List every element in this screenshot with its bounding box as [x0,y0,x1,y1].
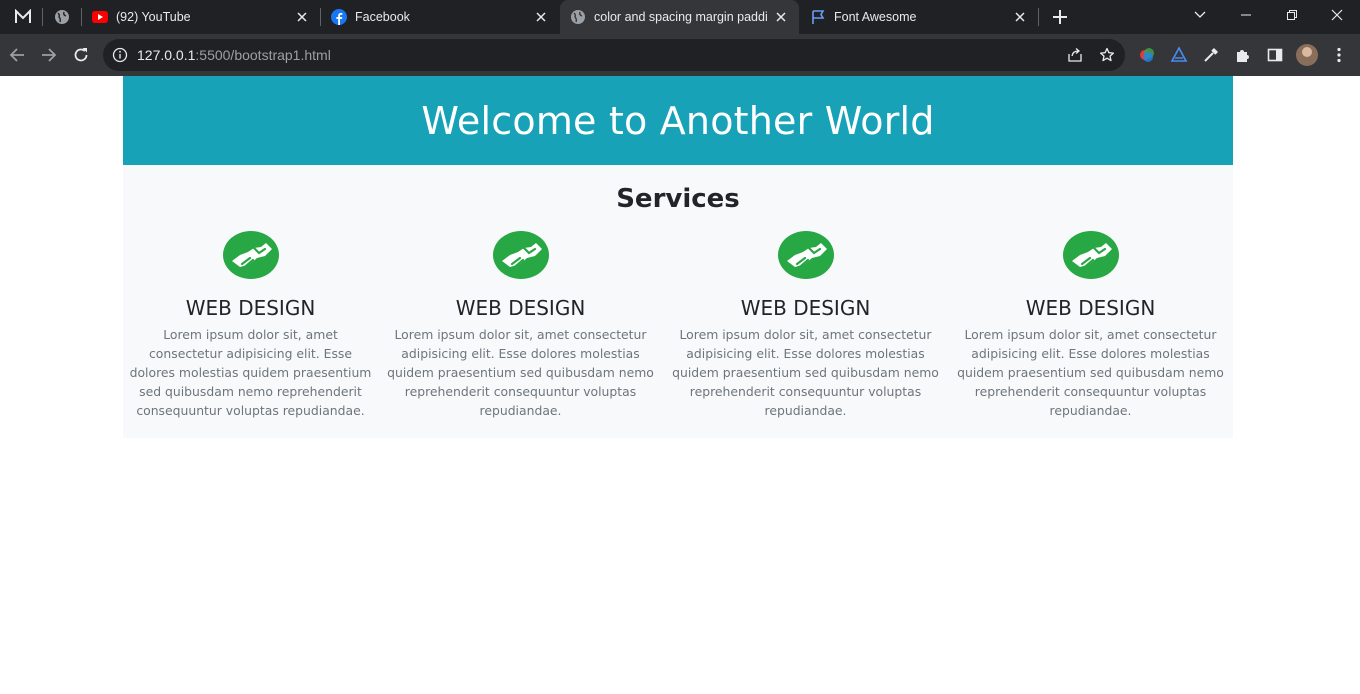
tab-title: color and spacing margin paddin [594,10,767,24]
reload-button[interactable] [67,41,95,69]
url-path: :5500/bootstrap1.html [195,47,331,63]
tab-title: Font Awesome [834,10,917,24]
browser-toolbar: 127.0.0.1:5500/bootstrap1.html [0,34,1360,76]
puzzle-icon[interactable] [1232,44,1254,66]
tab-search-button[interactable] [1177,0,1223,30]
color-extension-icon[interactable] [1136,44,1158,66]
tab-facebook[interactable]: Facebook [321,0,559,34]
browser-tab-strip: (92) YouTube Facebook color and spacing … [0,0,1360,34]
tab-close-icon[interactable] [1012,9,1028,25]
service-title: WEB DESIGN [740,296,871,320]
back-button[interactable] [3,41,31,69]
services-section: Services WEB DESIGN Lorem ipsum dolor si… [123,165,1233,438]
handshake-icon [1062,231,1119,279]
arrow-right-icon [42,48,57,62]
service-card: WEB DESIGN Lorem ipsum dolor sit, amet c… [123,231,378,420]
service-description: Lorem ipsum dolor sit, amet consectetur … [387,327,654,418]
pinned-tab-globe[interactable] [43,0,81,34]
url-host: 127.0.0.1 [137,47,196,63]
address-bar[interactable]: 127.0.0.1:5500/bootstrap1.html [103,39,1125,71]
services-row: WEB DESIGN Lorem ipsum dolor sit, amet c… [123,231,1233,420]
star-icon[interactable] [1097,45,1117,65]
service-card: WEB DESIGN Lorem ipsum dolor sit, amet c… [378,231,663,420]
globe-icon [55,10,69,24]
youtube-icon [92,9,108,25]
flag-icon [810,9,826,25]
plus-icon [1053,10,1067,24]
facebook-icon [331,9,347,25]
service-card: WEB DESIGN Lorem ipsum dolor sit, amet c… [948,231,1233,420]
close-window-button[interactable] [1314,0,1360,30]
handshake-icon [222,231,279,279]
chevron-down-icon [1194,11,1206,18]
tab-font-awesome[interactable]: Font Awesome [800,0,1038,34]
handshake-icon [777,231,834,279]
globe-icon [570,9,586,25]
service-description: Lorem ipsum dolor sit, amet consectetur … [957,327,1224,418]
page-container: Welcome to Another World Services WEB DE… [123,76,1233,438]
hero-banner: Welcome to Another World [123,76,1233,165]
tab-separator [1038,8,1039,26]
profile-avatar[interactable] [1296,44,1318,66]
service-title: WEB DESIGN [185,296,316,320]
restore-icon [1287,10,1297,20]
tab-close-icon[interactable] [294,9,310,25]
service-card: WEB DESIGN Lorem ipsum dolor sit, amet c… [663,231,948,420]
url-text[interactable]: 127.0.0.1:5500/bootstrap1.html [137,47,331,63]
restore-button[interactable] [1269,0,1315,30]
tab-title: Facebook [355,10,410,24]
more-menu-icon[interactable] [1328,44,1350,66]
section-title: Services [616,184,740,214]
tab-close-icon[interactable] [533,9,549,25]
reload-icon [74,48,88,62]
side-panel-icon[interactable] [1264,44,1286,66]
minimize-icon [1241,14,1251,16]
minimize-button[interactable] [1223,0,1269,30]
service-title: WEB DESIGN [1025,296,1156,320]
tab-close-icon[interactable] [773,9,789,25]
service-description: Lorem ipsum dolor sit, amet consectetur … [129,327,372,418]
arrow-left-icon [9,48,24,62]
forward-button[interactable] [35,41,63,69]
service-description: Lorem ipsum dolor sit, amet consectetur … [672,327,939,418]
handshake-icon [492,231,549,279]
tab-title: (92) YouTube [116,10,191,24]
page-viewport: Welcome to Another World Services WEB DE… [0,76,1360,694]
pinned-tab-m[interactable] [4,0,42,34]
close-icon [1331,9,1343,21]
drive-extension-icon[interactable] [1168,44,1190,66]
page-title: Welcome to Another World [421,98,935,143]
share-icon[interactable] [1065,45,1085,65]
info-icon[interactable] [112,47,128,63]
service-title: WEB DESIGN [455,296,586,320]
eyedropper-icon[interactable] [1200,44,1222,66]
new-tab-button[interactable] [1046,5,1074,29]
tab-youtube[interactable]: (92) YouTube [82,0,320,34]
m-logo-icon [15,9,31,23]
tab-active[interactable]: color and spacing margin paddin [560,0,799,34]
